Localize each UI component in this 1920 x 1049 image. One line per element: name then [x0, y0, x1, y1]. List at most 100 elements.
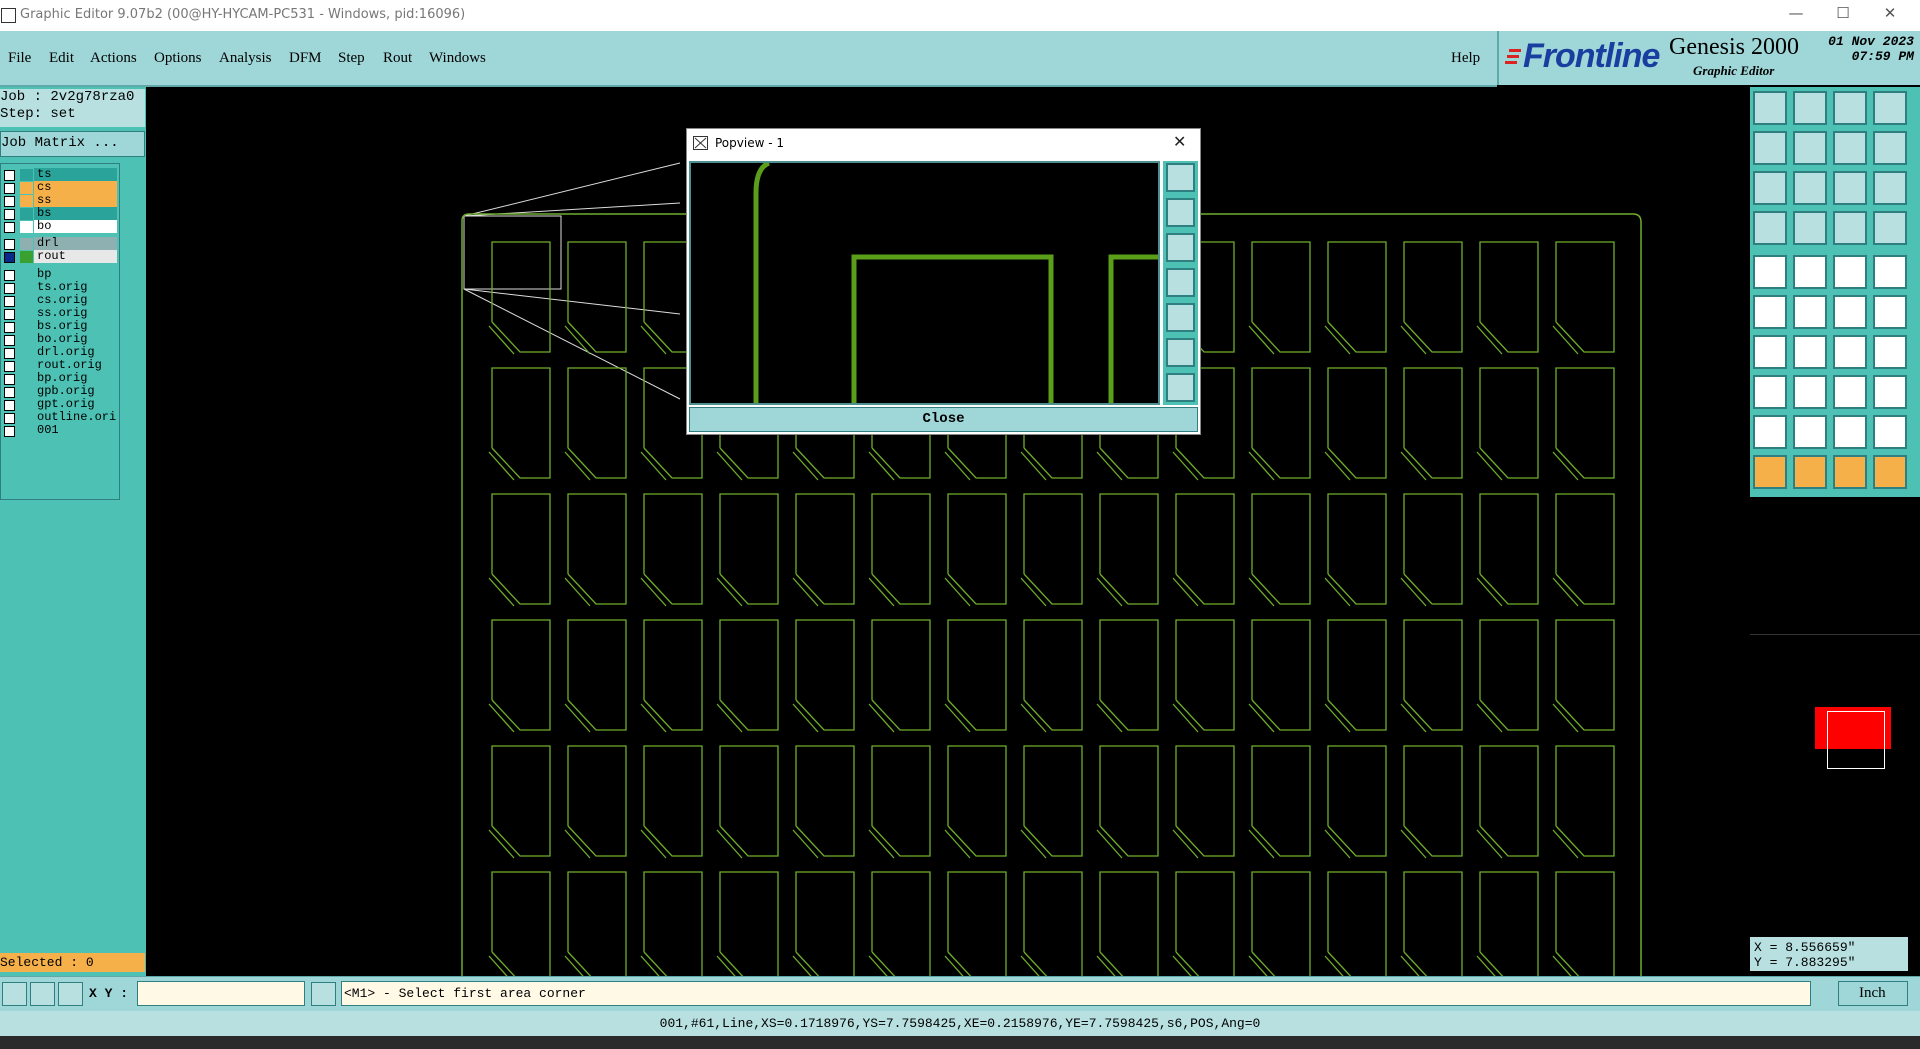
- layer-checkbox[interactable]: [4, 335, 15, 346]
- layer-row-rout-orig[interactable]: rout.orig: [3, 359, 117, 373]
- layer-checkbox[interactable]: [4, 413, 15, 424]
- maximize-button[interactable]: ☐: [1823, 4, 1863, 26]
- ruler-icon[interactable]: [1833, 375, 1867, 409]
- layer-checkbox[interactable]: [4, 348, 15, 359]
- menu-options[interactable]: Options: [154, 50, 202, 67]
- popview-close-icon[interactable]: ✕: [1173, 132, 1186, 151]
- layer-row-gpt-orig[interactable]: gpt.orig: [3, 398, 117, 412]
- minimize-button[interactable]: —: [1776, 4, 1816, 26]
- layer-checkbox[interactable]: [4, 361, 15, 372]
- layer-checkbox[interactable]: [4, 296, 15, 307]
- line-red-icon[interactable]: [1793, 255, 1827, 289]
- layer-row-outline-orig[interactable]: outline.orig: [3, 411, 117, 425]
- layer-checkbox[interactable]: [4, 196, 15, 207]
- measure-icon[interactable]: [30, 982, 55, 1006]
- triangle4-icon[interactable]: [1873, 415, 1907, 449]
- layer-checkbox[interactable]: [4, 426, 15, 437]
- open-icon[interactable]: [1753, 91, 1787, 125]
- arrow-select4-icon[interactable]: [1873, 455, 1907, 489]
- dimension-icon[interactable]: [1833, 255, 1867, 289]
- layer-checkbox[interactable]: [4, 322, 15, 333]
- overview-panel[interactable]: [1750, 634, 1920, 931]
- arc2-icon[interactable]: [1873, 295, 1907, 329]
- layer-checkbox[interactable]: [4, 270, 15, 281]
- menu-file[interactable]: File: [8, 50, 31, 67]
- arrow-select3-icon[interactable]: [1833, 455, 1867, 489]
- popview-pan-right-icon[interactable]: [1166, 303, 1195, 332]
- circle-icon[interactable]: [1873, 255, 1907, 289]
- layer-row-ts[interactable]: ts: [3, 168, 117, 182]
- snap-red-icon[interactable]: [1833, 211, 1867, 245]
- layer-row-drl-orig[interactable]: drl.orig: [3, 346, 117, 360]
- layer-row-bs[interactable]: bs: [3, 207, 117, 221]
- popview-fit-icon[interactable]: [1166, 373, 1195, 402]
- split-icon[interactable]: [1793, 375, 1827, 409]
- menu-rout[interactable]: Rout: [383, 50, 412, 67]
- menu-analysis[interactable]: Analysis: [219, 50, 272, 67]
- copy-icon[interactable]: [1873, 375, 1907, 409]
- layer-row-ts-orig[interactable]: ts.orig: [3, 281, 117, 295]
- popview-pan-down-icon[interactable]: [1166, 233, 1195, 262]
- layer-row-001[interactable]: 001: [3, 424, 117, 438]
- menu-windows[interactable]: Windows: [429, 50, 486, 67]
- layer-row-ss-orig[interactable]: ss.orig: [3, 307, 117, 321]
- layer-checkbox[interactable]: [4, 209, 15, 220]
- home-icon[interactable]: [1833, 91, 1867, 125]
- menu-actions[interactable]: Actions: [90, 50, 137, 67]
- window-icon[interactable]: [1873, 91, 1907, 125]
- one-to-one-icon[interactable]: [1833, 171, 1867, 205]
- rotate-icon[interactable]: [1833, 335, 1867, 369]
- layer-checkbox[interactable]: [4, 283, 15, 294]
- layer-row-bo[interactable]: bo: [3, 220, 117, 234]
- layer-checkbox[interactable]: [4, 252, 15, 263]
- layer-row-gpb-orig[interactable]: gpb.orig: [3, 385, 117, 399]
- layer-row-drl[interactable]: drl: [3, 237, 117, 251]
- menu-step[interactable]: Step: [338, 50, 365, 67]
- layer-checkbox[interactable]: [4, 387, 15, 398]
- popview-pan-up-icon[interactable]: [1166, 198, 1195, 227]
- marker-icon[interactable]: [1753, 375, 1787, 409]
- layer-row-bs-orig[interactable]: bs.orig: [3, 320, 117, 334]
- layer-row-bp[interactable]: bp: [3, 268, 117, 282]
- snap-red2-icon[interactable]: [1873, 211, 1907, 245]
- left-icon[interactable]: [1753, 131, 1787, 165]
- menu-edit[interactable]: Edit: [49, 50, 74, 67]
- text-icon[interactable]: [1873, 335, 1907, 369]
- layer-row-ss[interactable]: ss: [3, 194, 117, 208]
- popview-close-button[interactable]: Close: [689, 407, 1198, 432]
- undo-icon[interactable]: [1833, 131, 1867, 165]
- job-matrix-button[interactable]: Job Matrix ...: [0, 131, 145, 157]
- arrow-select2-icon[interactable]: [1793, 455, 1827, 489]
- grid-view-icon[interactable]: [1793, 211, 1827, 245]
- layer-row-cs-orig[interactable]: cs.orig: [3, 294, 117, 308]
- unit-selector[interactable]: Inch: [1838, 981, 1908, 1006]
- arc-red-icon[interactable]: [1833, 295, 1867, 329]
- layer-checkbox[interactable]: [4, 400, 15, 411]
- layer-row-bo-orig[interactable]: bo.orig: [3, 333, 117, 347]
- zoom-fit-icon[interactable]: [1753, 171, 1787, 205]
- popview-pan-left-icon[interactable]: [1166, 268, 1195, 297]
- save-icon[interactable]: [1793, 91, 1827, 125]
- close-window-button[interactable]: ✕: [1870, 4, 1910, 26]
- cross-icon[interactable]: [1793, 295, 1827, 329]
- grid-icon[interactable]: [58, 982, 83, 1006]
- snap-icon[interactable]: [2, 982, 27, 1006]
- layer-checkbox[interactable]: [4, 239, 15, 250]
- hand-icon[interactable]: [1753, 211, 1787, 245]
- popview-zoom-out-icon[interactable]: [1166, 338, 1195, 367]
- layer-checkbox[interactable]: [4, 374, 15, 385]
- layer-checkbox[interactable]: [4, 170, 15, 181]
- arrow-select-icon[interactable]: [1753, 455, 1787, 489]
- layer-row-rout[interactable]: rout: [3, 250, 117, 264]
- layer-row-cs[interactable]: cs: [3, 181, 117, 195]
- right-icon[interactable]: [1793, 131, 1827, 165]
- line-add-icon[interactable]: [1753, 335, 1787, 369]
- help-icon[interactable]: [1873, 171, 1907, 205]
- redo-icon[interactable]: [1873, 131, 1907, 165]
- layer-row-bp-orig[interactable]: bp.orig: [3, 372, 117, 386]
- zoom-icon[interactable]: [1793, 171, 1827, 205]
- popview-canvas[interactable]: [689, 161, 1160, 405]
- layer-checkbox[interactable]: [4, 309, 15, 320]
- triangle-icon[interactable]: [1753, 415, 1787, 449]
- triangle2-icon[interactable]: [1793, 415, 1827, 449]
